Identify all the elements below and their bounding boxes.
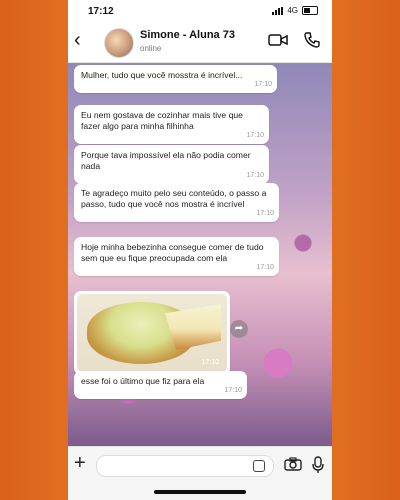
message-time: 17:10 [256,264,274,271]
image-message[interactable]: 17:10 [74,291,230,375]
home-indicator [154,490,246,494]
message-bubble: Eu nem gostava de cozinhar mais tive que… [74,105,269,144]
network-label: 4G [287,6,298,15]
status-time: 17:12 [88,6,114,17]
chat-area[interactable]: Mulher, tudo que você mosstra é incrível… [68,63,332,446]
message-bubble: Mulher, tudo que você mosstra é incrível… [74,65,277,93]
message-text: Eu nem gostava de cozinhar mais tive que… [81,110,243,131]
battery-icon [302,6,318,15]
message-time: 17:10 [254,81,272,88]
status-indicators: 4G [272,6,318,15]
microphone-icon[interactable] [312,456,324,474]
message-time: 17:10 [246,132,264,139]
back-arrow-icon[interactable]: ‹ [74,29,81,51]
camera-icon[interactable] [284,457,302,471]
message-bubble: Porque tava impossível ela não podia com… [74,145,269,184]
avatar[interactable] [104,28,134,58]
phone-icon[interactable] [304,32,320,48]
signal-icon [272,6,284,15]
message-bubble: Hoje minha bebezinha consegue comer de t… [74,237,279,276]
message-input[interactable] [96,455,274,477]
message-bubble: esse foi o último que fiz para ela 17:10 [74,371,247,399]
message-time: 17:10 [201,359,219,366]
message-time: 17:10 [246,172,264,179]
status-bar: 17:12 4G [68,0,332,22]
message-bubble: Te agradeço muito pelo seu conteúdo, o p… [74,183,279,222]
message-text: esse foi o último que fiz para ela [81,376,205,386]
contact-status: online [140,44,162,53]
cake-photo[interactable]: 17:10 [77,294,227,372]
phone-screen: 17:12 4G ‹ Simone - Aluna 73 online Mulh… [68,0,332,500]
video-call-icon[interactable] [268,32,288,48]
message-text: Te agradeço muito pelo seu conteúdo, o p… [81,188,267,209]
plus-icon[interactable]: + [74,453,86,473]
chat-header: ‹ Simone - Aluna 73 online [68,22,332,63]
message-time: 17:10 [256,210,274,217]
message-time: 17:10 [224,387,242,394]
forward-icon[interactable]: ➦ [230,320,248,338]
sticker-icon[interactable] [253,460,265,472]
message-text: Hoje minha bebezinha consegue comer de t… [81,242,264,263]
message-text: Mulher, tudo que você mosstra é incrível… [81,70,243,80]
message-text: Porque tava impossível ela não podia com… [81,150,251,171]
contact-name[interactable]: Simone - Aluna 73 [140,29,235,41]
